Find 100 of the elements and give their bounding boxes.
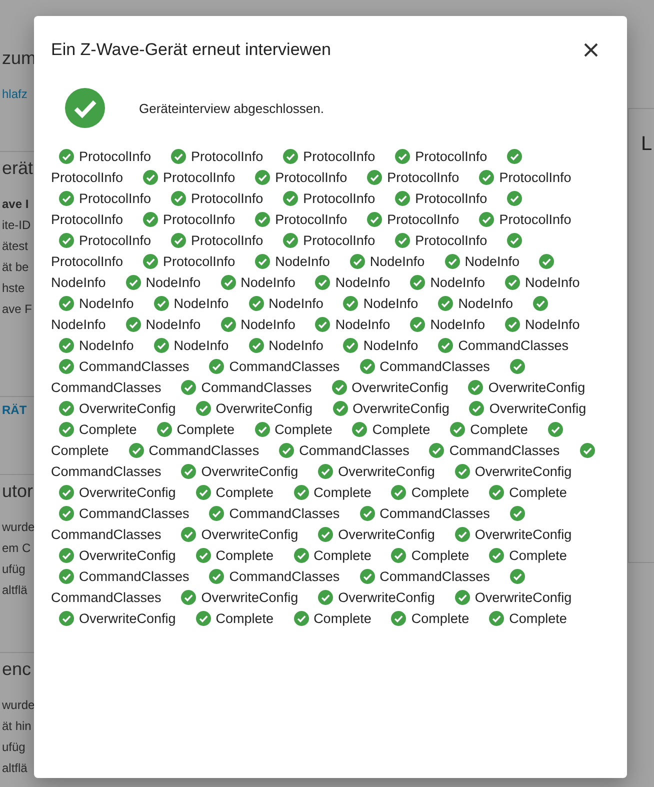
stage-label: NodeInfo xyxy=(79,296,134,311)
stage-label: ProtocolInfo xyxy=(51,170,124,185)
section-heading: erät xyxy=(2,158,34,179)
stage-label: NodeInfo xyxy=(240,275,296,290)
body-text: em C xyxy=(2,541,31,555)
stage-label: CommandClasses xyxy=(79,569,190,584)
body-text: ätest xyxy=(2,239,28,253)
stage-label: ProtocolInfo xyxy=(415,149,488,164)
stage-label: ProtocolInfo xyxy=(51,254,124,269)
stage-label: CommandClasses xyxy=(229,569,340,584)
body-text: ave F xyxy=(2,302,32,316)
body-text: hste xyxy=(2,281,25,295)
stage-label: NodeInfo xyxy=(268,338,324,353)
stage-label: NodeInfo xyxy=(268,296,324,311)
stage-label: Complete xyxy=(314,611,372,626)
stage-label: CommandClasses xyxy=(449,443,560,458)
stage-label: Complete xyxy=(411,548,470,563)
stage-label: NodeInfo xyxy=(370,254,425,269)
stage-label: NodeInfo xyxy=(524,275,580,290)
stage-label: NodeInfo xyxy=(430,275,485,290)
stage-label: OverwriteConfig xyxy=(338,590,435,605)
body-text: ite-ID xyxy=(2,218,31,232)
stage-label: CommandClasses xyxy=(299,443,410,458)
link-text[interactable]: hlafz xyxy=(2,87,28,101)
stage-label: ProtocolInfo xyxy=(163,170,236,185)
stage-label: NodeInfo xyxy=(174,338,229,353)
stage-label: ProtocolInfo xyxy=(303,233,376,248)
stage-label: NodeInfo xyxy=(79,338,134,353)
stage-label: CommandClasses xyxy=(380,506,490,521)
stage-label: NodeInfo xyxy=(174,296,229,311)
stage-label: CommandClasses xyxy=(380,359,490,374)
stage-label: ProtocolInfo xyxy=(275,170,348,185)
stage-label: OverwriteConfig xyxy=(201,590,298,605)
stage-label: Complete xyxy=(509,611,567,626)
stage-label: ProtocolInfo xyxy=(191,149,264,164)
body-text: ät hin xyxy=(2,719,32,733)
stage-label: CommandClasses xyxy=(229,506,340,521)
stage-label: Complete xyxy=(509,485,567,500)
stage-label: ProtocolInfo xyxy=(191,191,264,206)
stage-label: CommandClasses xyxy=(51,380,162,395)
stage-label: NodeInfo xyxy=(275,254,330,269)
stage-label: OverwriteConfig xyxy=(201,527,298,542)
stage-label: CommandClasses xyxy=(201,380,312,395)
dialog-title: Ein Z-Wave-Gerät erneut interviewen xyxy=(51,40,331,60)
section-heading: L xyxy=(641,133,652,155)
field-label: ave I xyxy=(2,197,29,211)
stage-label: ProtocolInfo xyxy=(499,170,572,185)
stage-label: NodeInfo xyxy=(146,275,201,290)
body-text: ufüg xyxy=(2,562,26,576)
status-message: Geräteinterview abgeschlossen. xyxy=(139,100,324,116)
stage-label: Complete xyxy=(509,548,567,563)
stage-label: ProtocolInfo xyxy=(191,233,264,248)
stage-label: ProtocolInfo xyxy=(387,212,460,227)
stage-label: ProtocolInfo xyxy=(415,191,488,206)
stage-label: OverwriteConfig xyxy=(352,401,450,416)
stage-label: NodeInfo xyxy=(335,317,390,332)
stage-label: Complete xyxy=(314,548,372,563)
text-button[interactable]: RÄT xyxy=(2,403,27,417)
stage-label: OverwriteConfig xyxy=(488,380,586,395)
stage-label: CommandClasses xyxy=(229,359,340,374)
stage-label: OverwriteConfig xyxy=(79,548,176,563)
stage-label: OverwriteConfig xyxy=(474,527,572,542)
section-heading: enc xyxy=(2,659,32,680)
stage-label: OverwriteConfig xyxy=(474,464,572,479)
stage-label: NodeInfo xyxy=(146,317,201,332)
stage-label: NodeInfo xyxy=(430,317,485,332)
stage-label: CommandClasses xyxy=(51,590,162,605)
stage-label: ProtocolInfo xyxy=(79,233,152,248)
stage-label: Complete xyxy=(411,485,470,500)
stage-label: NodeInfo xyxy=(363,338,418,353)
stage-label: CommandClasses xyxy=(79,359,190,374)
stage-label: NodeInfo xyxy=(458,296,513,311)
stage-label: ProtocolInfo xyxy=(275,212,348,227)
stage-label: OverwriteConfig xyxy=(216,401,313,416)
stage-label: ProtocolInfo xyxy=(51,212,124,227)
stage-label: Complete xyxy=(411,611,470,626)
stage-label: CommandClasses xyxy=(79,506,190,521)
body-text: wurde xyxy=(2,698,35,712)
stage-label: ProtocolInfo xyxy=(303,149,376,164)
stage-label: OverwriteConfig xyxy=(201,464,298,479)
stage-label: Complete xyxy=(314,485,372,500)
stage-label: CommandClasses xyxy=(51,464,162,479)
stage-label: ProtocolInfo xyxy=(79,149,152,164)
stage-label: ProtocolInfo xyxy=(79,191,152,206)
stage-label: NodeInfo xyxy=(51,275,106,290)
stage-label: NodeInfo xyxy=(524,317,580,332)
stage-label: CommandClasses xyxy=(51,527,162,542)
stage-label: CommandClasses xyxy=(380,569,490,584)
stage-label: Complete xyxy=(51,443,109,458)
stage-label: ProtocolInfo xyxy=(499,212,572,227)
stage-label: ProtocolInfo xyxy=(303,191,376,206)
stage-label: Complete xyxy=(176,422,235,437)
stage-label: OverwriteConfig xyxy=(79,611,176,626)
stage-label: OverwriteConfig xyxy=(489,401,586,416)
body-text: wurde xyxy=(2,520,35,534)
stage-label: OverwriteConfig xyxy=(474,590,572,605)
body-text: ät be xyxy=(2,260,29,274)
stage-label: OverwriteConfig xyxy=(352,380,448,395)
stage-label: Complete xyxy=(216,485,274,500)
stage-label: NodeInfo xyxy=(363,296,418,311)
